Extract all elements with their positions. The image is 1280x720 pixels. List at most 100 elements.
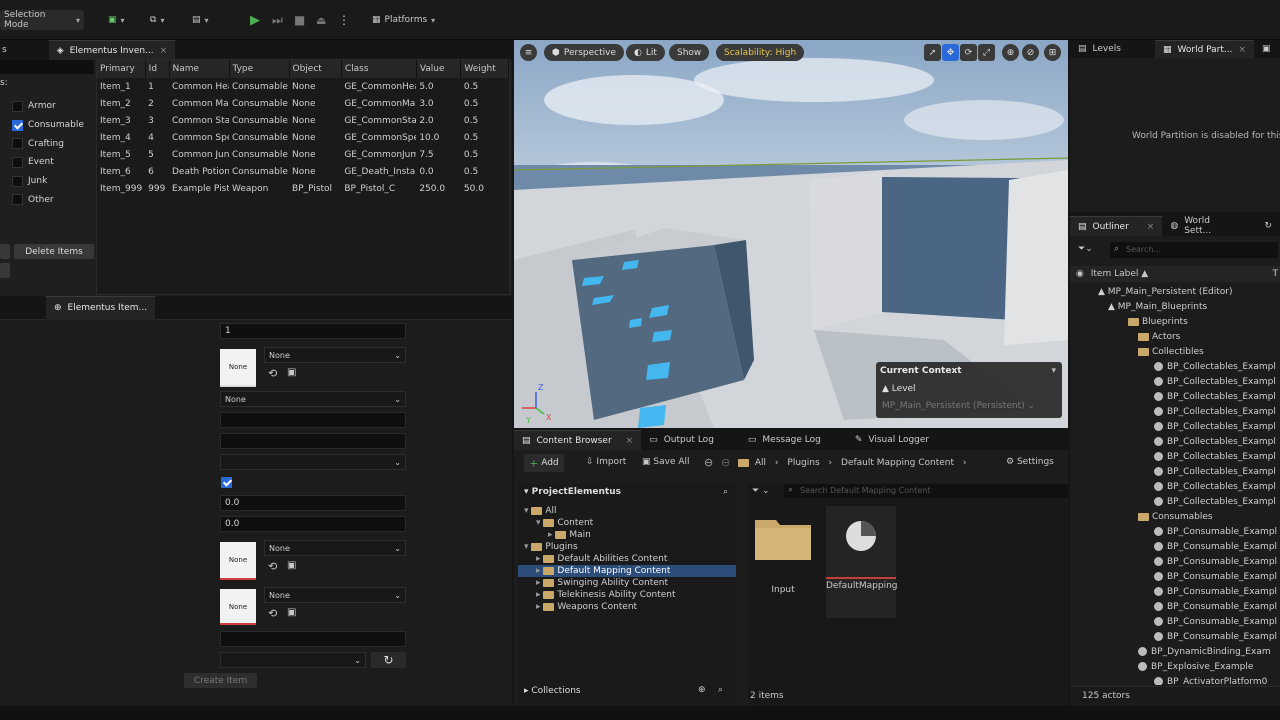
refresh-button[interactable] [0,263,10,278]
outliner-item[interactable]: BP_Collectables_Exampl [1070,360,1280,375]
tab-world-partition[interactable]: ▦ World Part... × [1154,40,1255,58]
back-icon[interactable]: ⊖ [704,456,713,469]
checkbox-icon[interactable] [12,175,23,187]
outliner-item[interactable]: Actors [1070,330,1280,345]
value-field[interactable]: 0.0 [220,495,406,511]
tab-left-stub[interactable]: s [0,40,9,60]
tab-output-log[interactable]: ▭ Output Log [641,430,722,450]
delete-items-button[interactable]: Delete Items [14,244,94,259]
expander-icon[interactable]: ▸ [536,578,543,588]
layout-icon[interactable]: ⊞ [1044,44,1061,61]
table-row[interactable]: Item_5 5 Common Jun Consumable None GE_Common… [97,146,509,163]
category-filter-item[interactable]: Other [12,190,96,209]
type-column[interactable]: T [1273,266,1279,282]
surface-snap-icon[interactable]: ⊘ [1022,44,1039,61]
folder-tree-item[interactable]: ▸ Main [518,529,736,541]
outliner-item[interactable]: BP_Consumable_Exampl [1070,600,1280,615]
tab-levels[interactable]: ▤ Levels [1070,40,1129,58]
outliner-search-input[interactable]: Search... [1110,242,1278,258]
stop-button[interactable]: ■ [294,10,305,30]
add-button[interactable]: ＋ Add [524,454,564,472]
outliner-item[interactable]: BP_Collectables_Exampl [1070,450,1280,465]
outliner-item[interactable]: BP_Collectables_Exampl [1070,480,1280,495]
folder-tree-item[interactable]: ▸ Weapons Content [518,601,736,613]
checkbox-icon[interactable] [12,156,23,168]
outliner-item[interactable]: BP_Consumable_Exampl [1070,615,1280,630]
refresh-icon[interactable]: ↻ [371,652,406,668]
folder-tree-item[interactable]: ▾ All [518,505,736,517]
extra-field[interactable] [220,631,406,647]
search-collections-icon[interactable]: ⌕ [718,685,723,695]
outliner-item[interactable]: Collectibles [1070,345,1280,360]
outliner-item[interactable]: BP_Collectables_Exampl [1070,420,1280,435]
folder-tree-item[interactable]: ▸ Swinging Ability Content [518,577,736,589]
use-selected-icon[interactable]: ⟲ [268,607,277,620]
outliner-item[interactable]: BP_Consumable_Exampl [1070,630,1280,645]
category-filter-item[interactable]: Crafting [12,134,96,153]
outliner-item[interactable]: Consumables [1070,510,1280,525]
table-row[interactable]: Item_1 1 Common Hea Consumable None GE_Common… [97,78,509,95]
scale-icon[interactable]: ⤢ [978,44,995,61]
translate-icon[interactable]: ✥ [942,44,959,61]
object-dropdown[interactable]: ⌄ [220,454,406,470]
select-mode-icon[interactable]: ➚ [924,44,941,61]
blueprint-button[interactable]: ⧉ ▾ [150,10,164,30]
weight-field[interactable]: 0.0 [220,516,406,532]
column-header[interactable]: Object [289,60,342,78]
outliner-item[interactable]: BP_Collectables_Exampl [1070,465,1280,480]
eject-button[interactable]: ⏏ [316,10,326,30]
expander-icon[interactable]: ▸ [536,566,543,576]
tab-outliner[interactable]: ▤ Outliner × [1070,216,1163,236]
column-header[interactable]: Value [416,60,462,78]
tab-elementus-inventory[interactable]: ◈ Elementus Inven... × [48,40,176,60]
outliner-item[interactable]: BP_Collectables_Exampl [1070,405,1280,420]
level-viewport[interactable]: Y Z X ≡ ⬢ Perspective ◐ Lit Show Scalabili… [514,40,1068,428]
chevron-down-icon[interactable]: ▾ [1051,366,1056,376]
close-icon[interactable]: × [160,46,168,56]
item-thumbnail-2[interactable]: None [220,542,256,578]
outliner-item[interactable]: BP_ActivatorPlatform0 [1070,675,1280,685]
filter-icon[interactable]: ⏷ ⌄ [752,486,770,496]
name-field[interactable] [220,412,406,428]
close-icon[interactable]: × [626,436,634,446]
expander-icon[interactable]: ▸ [536,554,543,564]
asset-search-input[interactable]: Search Default Mapping Content [784,484,1068,498]
outliner-item[interactable]: BP_DynamicBinding_Exam [1070,645,1280,660]
world-space-icon[interactable]: ⊕ [1002,44,1019,61]
close-icon[interactable]: × [1239,45,1247,55]
viewport-menu-icon[interactable]: ≡ [520,44,537,61]
checkbox-icon[interactable] [12,194,23,206]
rotate-icon[interactable]: ⟳ [960,44,977,61]
outliner-item[interactable]: Blueprints [1070,315,1280,330]
lit-button[interactable]: ◐ Lit [626,44,665,61]
folder-tree-item[interactable]: ▾ Plugins [518,541,736,553]
play-button[interactable]: ▶ [250,10,260,30]
browse-folder-icon[interactable]: ▣ [287,367,296,378]
outliner-item[interactable]: BP_Collectables_Exampl [1070,435,1280,450]
category-filter-item[interactable]: Consumable [12,116,96,135]
collections-header[interactable]: ▸ Collections [524,686,581,696]
context-value-dropdown[interactable]: MP_Main_Persistent (Persistent) ⌄ [882,401,1035,411]
asset-picker-2[interactable]: None ⌄ [264,540,406,556]
checkbox-icon[interactable] [12,138,23,150]
add-actor-button[interactable]: ▣ ▾ [108,10,125,30]
expander-icon[interactable]: ▸ [536,602,543,612]
column-header[interactable]: Class [341,60,417,78]
step-button[interactable]: ⏭ [272,10,283,30]
import-button[interactable]: ⇩ Import [586,457,626,467]
outliner-item[interactable]: BP_Collectables_Exampl [1070,390,1280,405]
outliner-item[interactable]: BP_Consumable_Exampl [1070,555,1280,570]
asset-default-mapping[interactable]: DefaultMapping [826,506,898,618]
perspective-button[interactable]: ⬢ Perspective [544,44,624,61]
tab-message-log[interactable]: ▭ Message Log [740,430,829,450]
checkbox-icon[interactable] [12,119,23,131]
breadcrumb-all[interactable]: All [755,458,766,468]
type-dropdown[interactable]: None ⌄ [220,391,406,407]
table-row[interactable]: Item_6 6 Death Potion Consumable None GE_Deat… [97,163,509,180]
project-header[interactable]: ▾ ProjectElementus [524,487,621,497]
breadcrumb-plugins[interactable]: Plugins [787,458,819,468]
asset-picker-1[interactable]: None ⌄ [264,347,406,363]
search-icon[interactable]: ⌕ [723,487,728,497]
outliner-item[interactable]: BP_Collectables_Exampl [1070,495,1280,510]
checkbox-icon[interactable] [12,100,23,112]
